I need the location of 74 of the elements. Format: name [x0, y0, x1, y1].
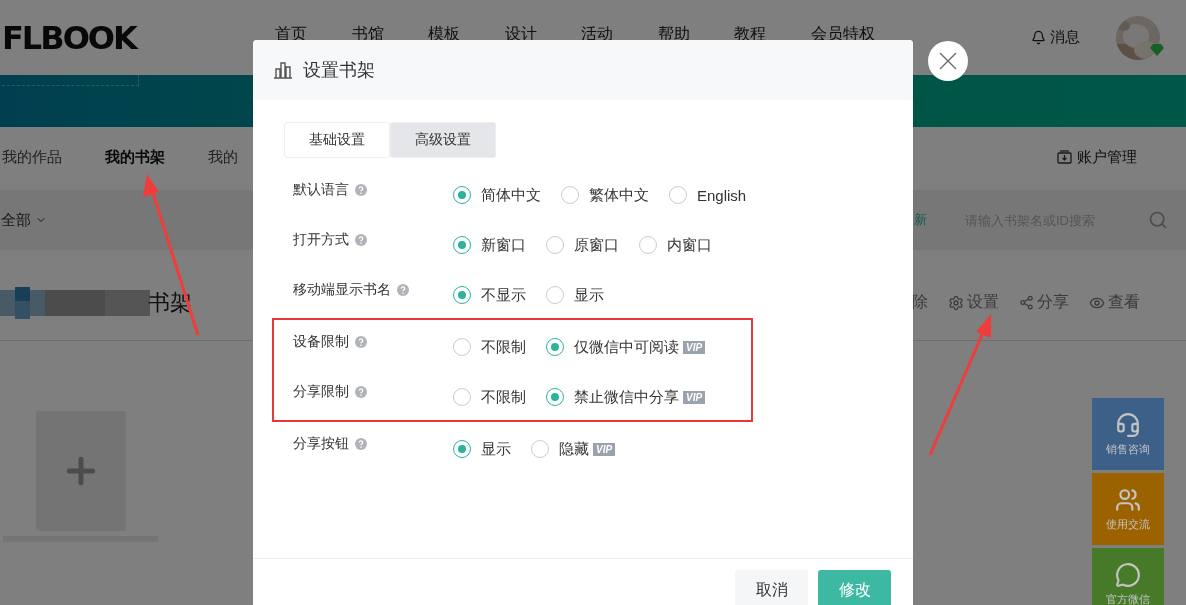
category-dropdown[interactable]: 全部 — [1, 210, 47, 230]
radio-option[interactable]: 显示 — [546, 285, 604, 305]
radio-button[interactable] — [453, 338, 471, 356]
radio-option[interactable]: 不限制 — [453, 387, 526, 407]
radio-button[interactable] — [453, 186, 471, 204]
vip-badge: VIP — [683, 340, 706, 354]
help-icon[interactable] — [397, 284, 409, 296]
help-icon[interactable] — [355, 184, 367, 196]
close-icon — [938, 51, 958, 71]
headset-icon — [1115, 411, 1141, 438]
dialog-title: 设置书架 — [303, 59, 375, 82]
radio-button[interactable] — [453, 388, 471, 406]
setting-label: 打开方式 — [293, 231, 349, 249]
add-book-card[interactable] — [36, 411, 126, 531]
messages-link[interactable]: 消息 — [1031, 28, 1080, 47]
radio-option[interactable]: 显示 — [453, 439, 511, 459]
vip-badge: VIP — [683, 390, 706, 404]
radio-button[interactable] — [546, 286, 564, 304]
settings-icon — [948, 294, 964, 311]
people-icon — [1115, 486, 1141, 513]
side-button[interactable]: 使用交流 — [1092, 473, 1164, 545]
radio-option[interactable]: 不限制 — [453, 337, 526, 357]
shelf-action[interactable]: 查看 — [1089, 292, 1140, 313]
radio-option[interactable]: 原窗口 — [546, 235, 619, 255]
radio-option[interactable]: 不显示 — [453, 285, 526, 305]
help-icon[interactable] — [355, 386, 367, 398]
help-icon[interactable] — [355, 336, 367, 348]
section-tab[interactable]: 我的作品 — [2, 147, 62, 167]
radio-button[interactable] — [531, 440, 549, 458]
radio-button[interactable] — [453, 236, 471, 254]
radio-option[interactable]: 繁体中文 — [561, 185, 649, 205]
radio-option[interactable]: 内窗口 — [639, 235, 712, 255]
radio-button[interactable] — [546, 388, 564, 406]
help-icon[interactable] — [355, 438, 367, 450]
radio-option[interactable]: 新窗口 — [453, 235, 526, 255]
vip-badge: VIP — [593, 442, 616, 456]
radio-button[interactable] — [639, 236, 657, 254]
radio-button[interactable] — [546, 338, 564, 356]
search-icon — [1148, 210, 1168, 230]
submit-button[interactable]: 修改 — [818, 570, 891, 605]
radio-button[interactable] — [561, 186, 579, 204]
account-link[interactable]: 账户管理 — [1057, 147, 1137, 167]
radio-button[interactable] — [669, 186, 687, 204]
wallet-icon — [1057, 150, 1072, 164]
radio-option[interactable]: 隐藏 VIP — [531, 439, 616, 459]
chat-icon — [1115, 561, 1141, 588]
share-icon — [1019, 295, 1034, 310]
setting-label: 分享按钮 — [293, 435, 349, 453]
settings-tab[interactable]: 基础设置 — [284, 122, 390, 158]
radio-option[interactable]: English — [669, 186, 747, 204]
settings-tab[interactable]: 高级设置 — [390, 122, 496, 158]
shelf-action[interactable]: 除 — [912, 292, 928, 313]
section-tab[interactable]: 我的 — [208, 147, 238, 167]
shelf-action[interactable]: 设置 — [948, 292, 999, 313]
shelf-action[interactable]: 分享 — [1019, 292, 1069, 313]
radio-button[interactable] — [453, 286, 471, 304]
radio-option[interactable]: 仅微信中可阅读 VIP — [546, 337, 706, 357]
radio-button[interactable] — [546, 236, 564, 254]
side-button[interactable]: 销售咨询 — [1092, 398, 1164, 470]
verified-badge-icon — [1150, 43, 1164, 56]
side-button[interactable]: 官方微信 — [1092, 548, 1164, 605]
cancel-button[interactable]: 取消 — [735, 570, 808, 605]
radio-option[interactable]: 禁止微信中分享 VIP — [546, 387, 706, 407]
setting-label: 设备限制 — [293, 333, 349, 351]
bar-chart-icon — [273, 61, 293, 79]
radio-button[interactable] — [453, 440, 471, 458]
bell-icon — [1031, 30, 1046, 45]
setting-label: 分享限制 — [293, 383, 349, 401]
section-tab[interactable]: 我的书架 — [105, 147, 165, 167]
setting-label: 默认语言 — [293, 181, 349, 199]
radio-option[interactable]: 简体中文 — [453, 185, 541, 205]
logo[interactable]: FLBOOK — [2, 18, 275, 57]
setting-label: 移动端显示书名 — [293, 281, 391, 299]
help-icon[interactable] — [355, 234, 367, 246]
